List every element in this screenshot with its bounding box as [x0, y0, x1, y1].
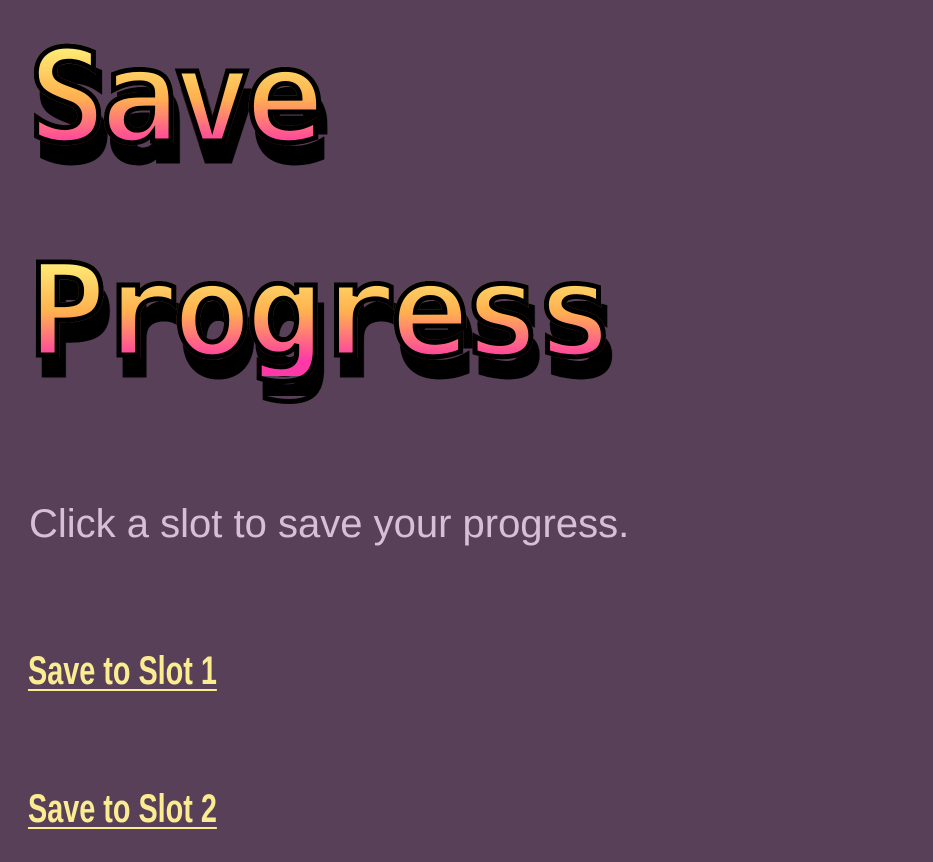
page-title-line-2: Progress: [25, 237, 616, 386]
instruction-text: Click a slot to save your progress.: [29, 502, 630, 546]
save-slot-1-link[interactable]: Save to Slot 1: [28, 647, 217, 695]
page-title-line-1: Save: [25, 23, 326, 172]
save-progress-screen: Save Progress Click a slot to save your …: [0, 0, 933, 862]
save-slot-2-link[interactable]: Save to Slot 2: [28, 785, 217, 833]
